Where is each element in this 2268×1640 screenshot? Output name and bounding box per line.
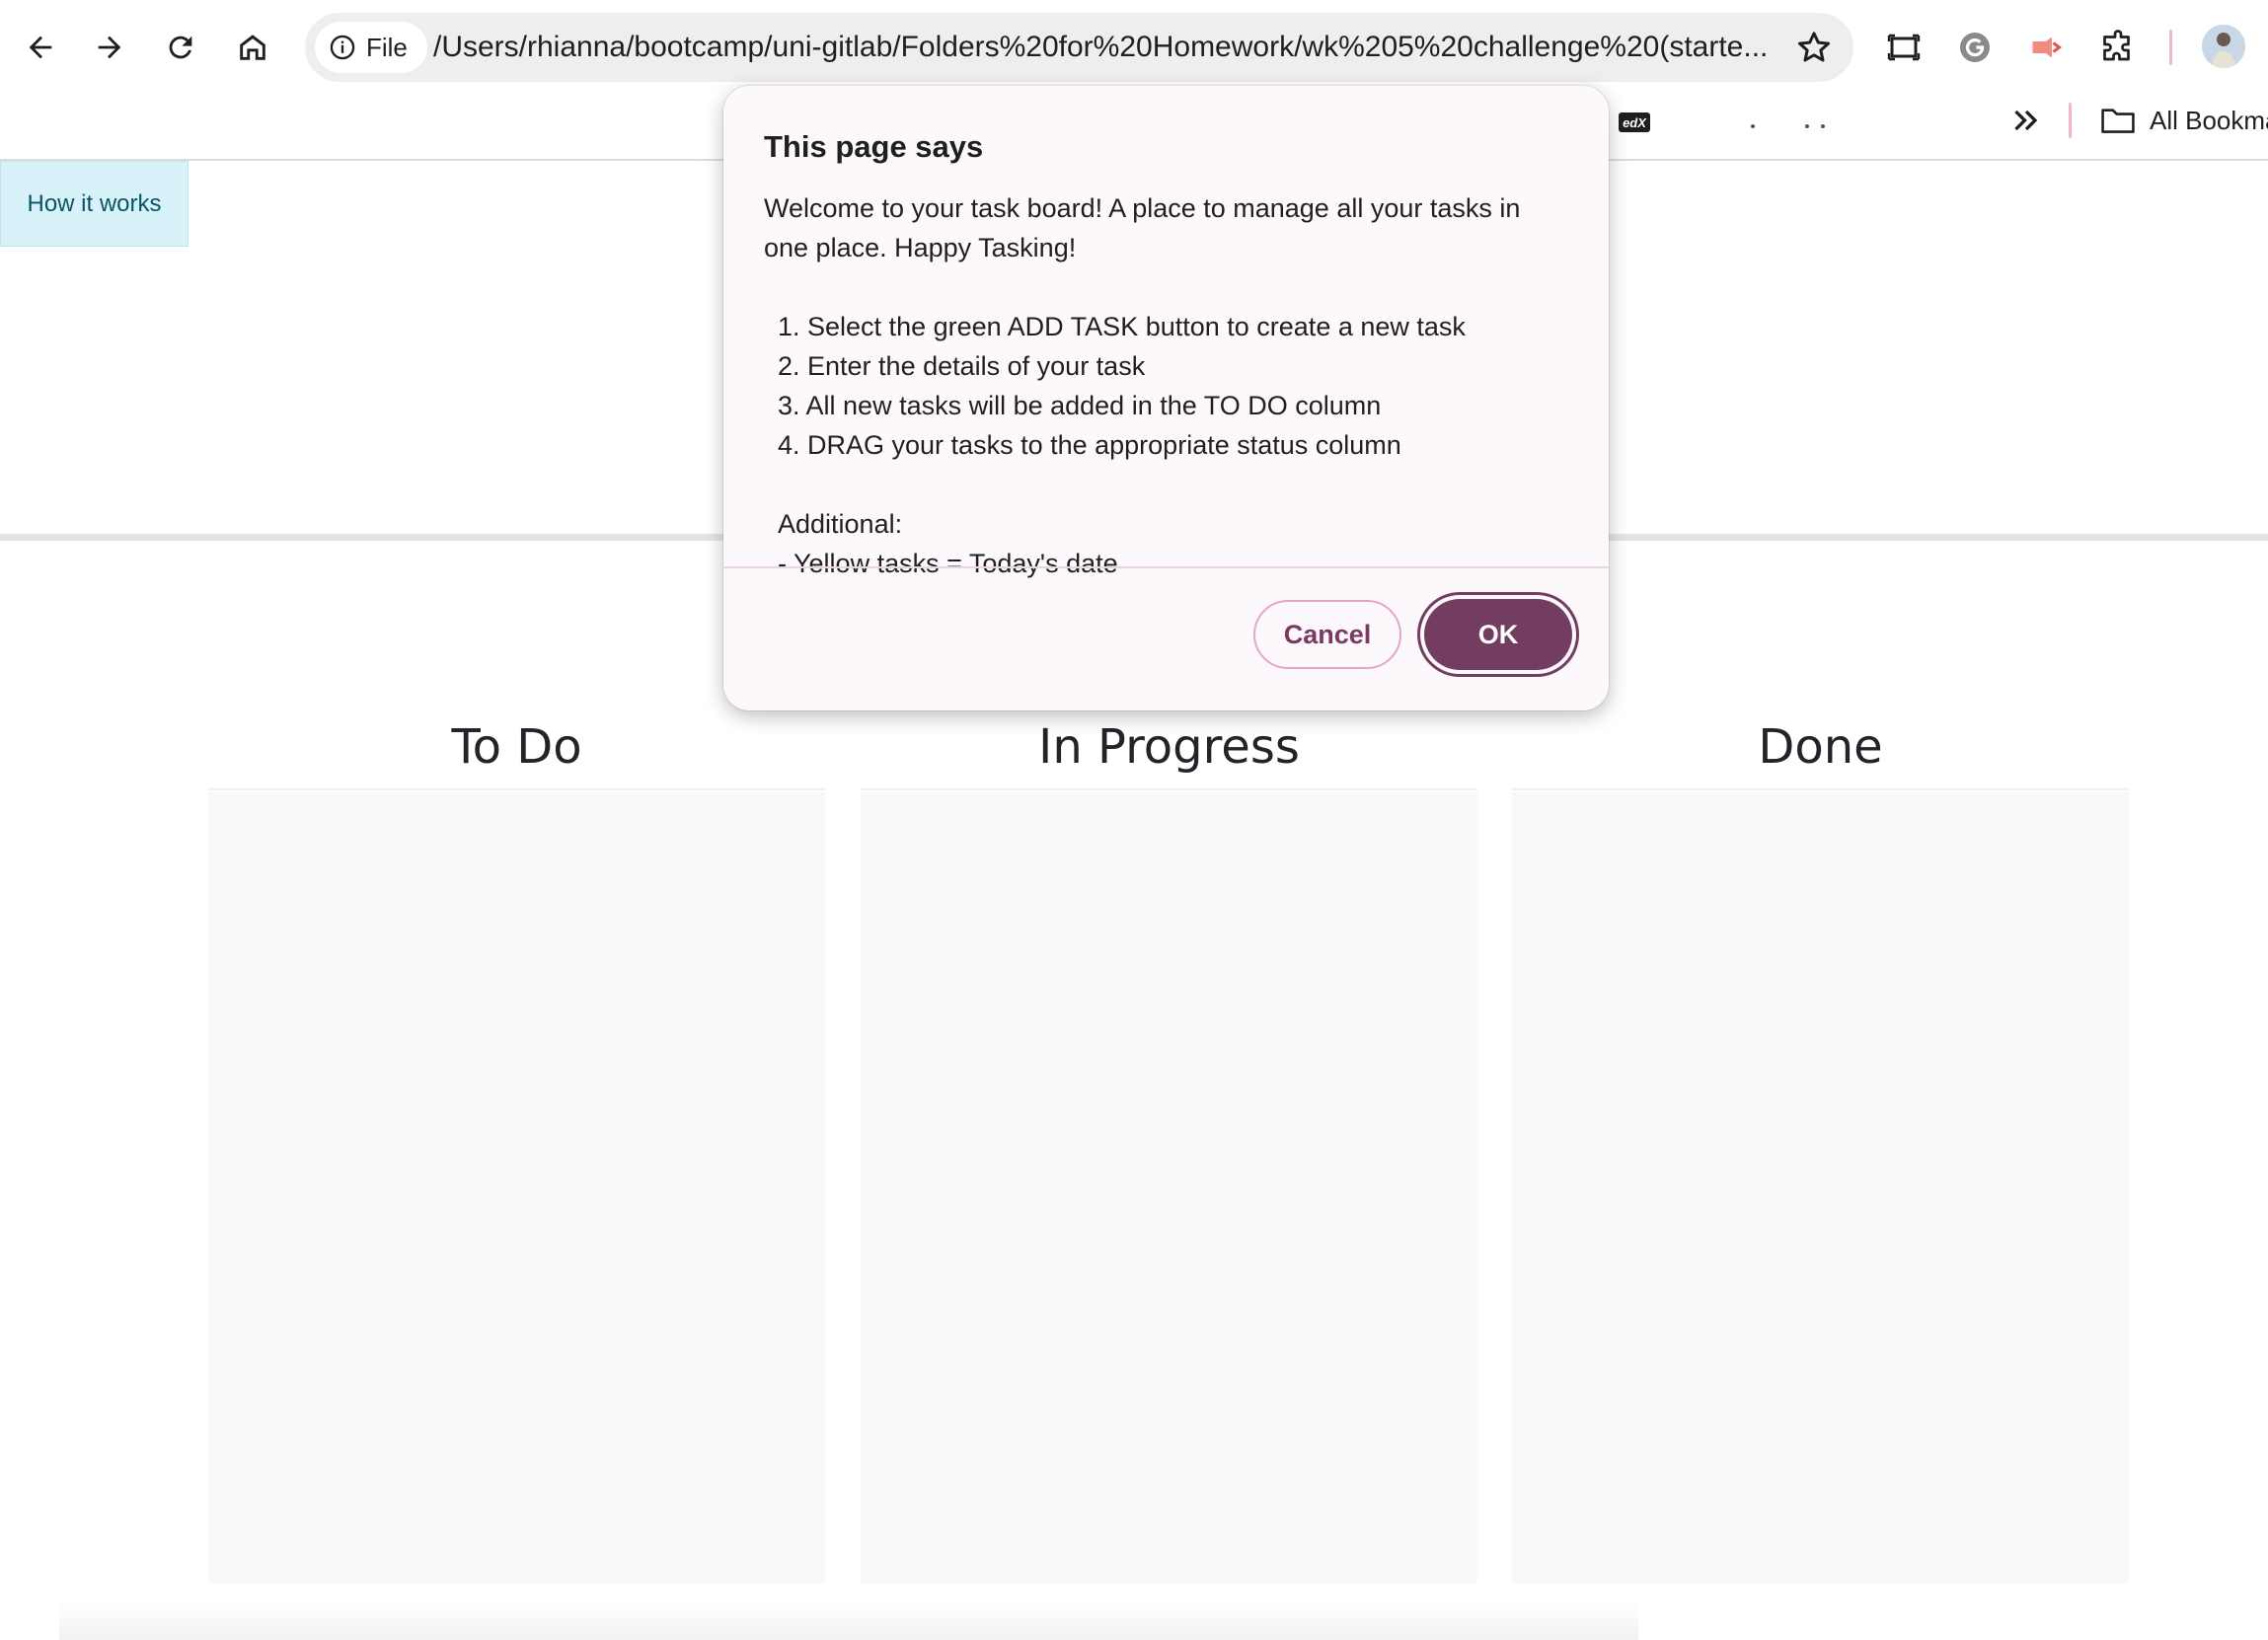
reload-icon	[169, 36, 192, 59]
dialog-line: Welcome to your task board! A place to m…	[764, 193, 1521, 223]
home-button[interactable]	[223, 18, 282, 77]
dialog-line: 4. DRAG your tasks to the appropriate st…	[778, 430, 1401, 460]
profile-avatar[interactable]	[2202, 25, 2245, 68]
grammarly-button[interactable]	[1949, 22, 2001, 73]
dialog-title: This page says	[764, 129, 984, 164]
dialog-line: one place. Happy Tasking!	[764, 233, 1077, 262]
done-dropzone[interactable]	[1512, 792, 2129, 1584]
alert-dialog: This page says Welcome to your task boar…	[723, 86, 1609, 710]
edx-bookmark[interactable]: edX	[1619, 112, 1650, 132]
grammarly-icon	[1960, 33, 1990, 62]
column-title: To Do	[208, 705, 825, 790]
arrow-right-icon	[98, 36, 121, 59]
bookmark-dot	[1821, 124, 1825, 128]
dialog-line: 1. Select the green ADD TASK button to c…	[778, 312, 1466, 341]
back-button[interactable]	[11, 18, 70, 77]
how-it-works-button[interactable]: How it works	[0, 161, 189, 247]
reload-button[interactable]	[151, 18, 210, 77]
double-chevron-right-icon[interactable]	[2008, 103, 2044, 138]
dialog-line: 3. All new tasks will be added in the TO…	[778, 391, 1382, 420]
red-extension-button[interactable]	[2020, 22, 2072, 73]
dialog-line	[764, 267, 1573, 307]
cancel-button[interactable]: Cancel	[1253, 600, 1401, 669]
todo-column: To Do	[208, 705, 825, 1584]
bookmark-dot	[1805, 124, 1809, 128]
profile-avatar-icon	[2202, 25, 2245, 68]
all-bookmarks-button[interactable]: All Bookmarks	[2100, 99, 2268, 142]
dialog-line: 2. Enter the details of your task	[778, 351, 1146, 381]
all-bookmarks-label: All Bookmarks	[2150, 105, 2268, 135]
page-shadow	[59, 1601, 1638, 1640]
in-progress-column: In Progress	[861, 705, 1477, 1584]
puzzle-icon	[2103, 30, 2130, 61]
dialog-message[interactable]: Welcome to your task board! A place to m…	[764, 188, 1573, 648]
screen-capture-button[interactable]	[1878, 22, 1929, 73]
bookmark-dot	[1751, 124, 1755, 128]
red-extension-icon	[2032, 37, 2062, 58]
toolbar-divider	[2169, 30, 2172, 65]
browser-toolbar: File /Users/rhianna/bootcamp/uni-gitlab/…	[0, 0, 2268, 95]
dialog-line	[764, 465, 1573, 504]
home-icon	[240, 35, 265, 60]
extensions-button[interactable]	[2092, 22, 2144, 73]
ok-button-label: OK	[1424, 599, 1572, 670]
column-title: In Progress	[861, 705, 1477, 790]
folder-icon	[2101, 109, 2135, 133]
todo-dropzone[interactable]	[208, 792, 825, 1584]
forward-button[interactable]	[80, 18, 139, 77]
in-progress-dropzone[interactable]	[861, 792, 1477, 1584]
star-icon[interactable]	[1794, 28, 1834, 67]
dialog-divider	[723, 566, 1609, 568]
done-column: Done	[1512, 705, 2129, 1584]
site-info-chip[interactable]: File	[315, 22, 427, 73]
bookmarks-divider	[2069, 103, 2072, 138]
dialog-line: Additional:	[778, 509, 903, 539]
address-bar[interactable]: File /Users/rhianna/bootcamp/uni-gitlab/…	[305, 13, 1853, 82]
column-title: Done	[1512, 705, 2129, 790]
arrow-left-icon	[29, 36, 52, 59]
screen-capture-icon	[1887, 34, 1921, 61]
file-chip-label: File	[366, 32, 408, 62]
info-icon	[330, 35, 355, 60]
dialog-line: - Yellow tasks = Today's date	[778, 549, 1118, 578]
ok-button[interactable]: OK	[1417, 592, 1579, 677]
